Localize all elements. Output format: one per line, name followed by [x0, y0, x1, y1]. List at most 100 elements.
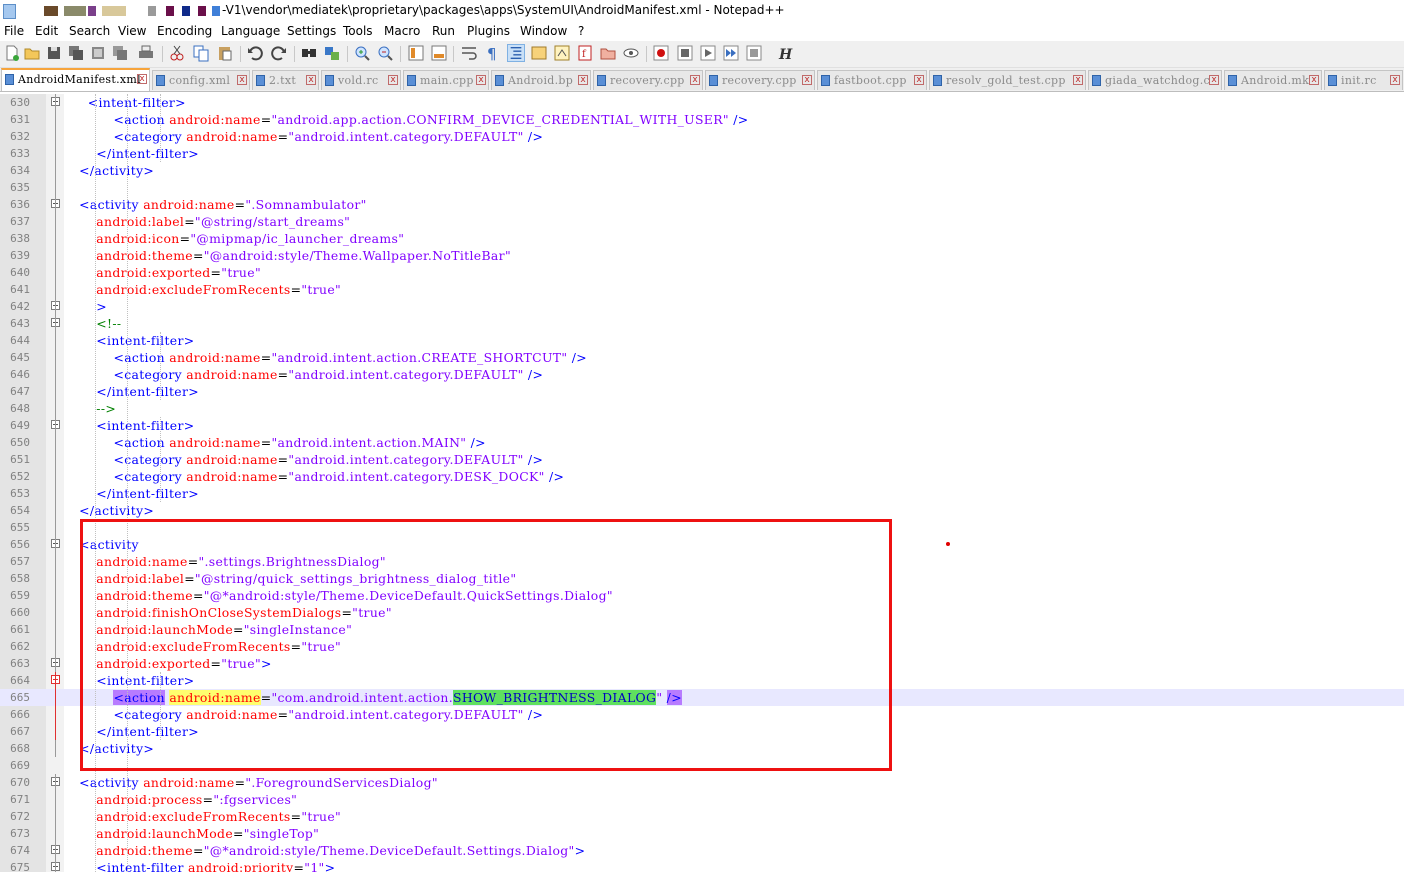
code-line[interactable]: 645 <action android:name="android.intent…: [0, 349, 1404, 366]
print-icon[interactable]: [137, 44, 155, 62]
tab-close-icon[interactable]: x: [578, 75, 588, 85]
tab-config-xml[interactable]: config.xml x: [152, 70, 250, 90]
tab-androidmanifest-xml[interactable]: AndroidManifest.xml x: [1, 68, 150, 91]
copy-icon[interactable]: [192, 44, 210, 62]
play-macro-icon[interactable]: [699, 44, 717, 62]
word-wrap-icon[interactable]: [460, 44, 478, 62]
code-line[interactable]: 632 <category android:name="android.inte…: [0, 128, 1404, 145]
code-line[interactable]: 672 android:excludeFromRecents="true": [0, 808, 1404, 825]
tab-close-icon[interactable]: x: [1309, 75, 1319, 85]
tab-giada-watchdog-c[interactable]: giada_watchdog.c x: [1088, 70, 1222, 90]
stop-record-icon[interactable]: [676, 44, 694, 62]
cut-icon[interactable]: [168, 44, 186, 62]
tab-close-icon[interactable]: x: [1073, 75, 1083, 85]
menu-search[interactable]: Search: [69, 24, 110, 38]
tab-close-icon[interactable]: x: [690, 75, 700, 85]
code-line[interactable]: 644 <intent-filter>: [0, 332, 1404, 349]
menu-edit[interactable]: Edit: [35, 24, 58, 38]
code-line[interactable]: 648 -->: [0, 400, 1404, 417]
new-file-icon[interactable]: [3, 44, 21, 62]
code-line[interactable]: 637 android:label="@string/start_dreams": [0, 213, 1404, 230]
code-line[interactable]: 646 <category android:name="android.inte…: [0, 366, 1404, 383]
code-line[interactable]: 670 <activity android:name=".ForegroundS…: [0, 774, 1404, 791]
code-line[interactable]: 674 android:theme="@*android:style/Theme…: [0, 842, 1404, 859]
code-line[interactable]: 654 </activity>: [0, 502, 1404, 519]
code-line[interactable]: 641 android:excludeFromRecents="true": [0, 281, 1404, 298]
record-macro-icon[interactable]: [652, 44, 670, 62]
code-line[interactable]: 675 <intent-filter android:priority="1">: [0, 859, 1404, 872]
code-line[interactable]: 638 android:icon="@mipmap/ic_launcher_dr…: [0, 230, 1404, 247]
sync-horizontal-icon[interactable]: [430, 44, 448, 62]
open-file-icon[interactable]: [23, 44, 41, 62]
zoom-in-icon[interactable]: [353, 44, 371, 62]
undo-icon[interactable]: [246, 44, 264, 62]
code-line[interactable]: 647 </intent-filter>: [0, 383, 1404, 400]
menu-run[interactable]: Run: [432, 24, 455, 38]
doc-map-icon[interactable]: [553, 44, 571, 62]
tab-android-bp[interactable]: Android.bp x: [491, 70, 591, 90]
run-macro-multiple-icon[interactable]: [722, 44, 740, 62]
code-line[interactable]: 630 <intent-filter>: [0, 94, 1404, 111]
save-macro-icon[interactable]: [745, 44, 763, 62]
menu-macro[interactable]: Macro: [384, 24, 420, 38]
menu-view[interactable]: View: [118, 24, 146, 38]
menu-settings[interactable]: Settings: [287, 24, 336, 38]
menu-window[interactable]: Window: [520, 24, 567, 38]
redo-icon[interactable]: [270, 44, 288, 62]
tab-vold-rc[interactable]: vold.rc x: [321, 70, 401, 90]
code-line[interactable]: 634 </activity>: [0, 162, 1404, 179]
monitoring-icon[interactable]: [622, 44, 640, 62]
tab-recovery-cpp-2[interactable]: recovery.cpp x: [705, 70, 815, 90]
menu-plugins[interactable]: Plugins: [467, 24, 510, 38]
tab-init-rc[interactable]: init.rc x: [1324, 70, 1403, 90]
code-line[interactable]: 636 <activity android:name=".Somnambulat…: [0, 196, 1404, 213]
tab-fastboot-cpp[interactable]: fastboot.cpp x: [817, 70, 927, 90]
tab-android-mk[interactable]: Android.mk x: [1224, 70, 1322, 90]
code-line[interactable]: 635: [0, 179, 1404, 196]
tab-resolv-gold-test-cpp[interactable]: resolv_gold_test.cpp x: [929, 70, 1086, 90]
show-all-chars-icon[interactable]: ¶: [483, 44, 501, 62]
sync-vertical-icon[interactable]: [407, 44, 425, 62]
close-all-icon[interactable]: [111, 44, 129, 62]
code-line[interactable]: 671 android:process=":fgservices": [0, 791, 1404, 808]
tab-close-icon[interactable]: x: [306, 75, 316, 85]
tab-recovery-cpp-1[interactable]: recovery.cpp x: [593, 70, 703, 90]
menu-file[interactable]: File: [4, 24, 24, 38]
code-line[interactable]: 651 <category android:name="android.inte…: [0, 451, 1404, 468]
tab-close-icon[interactable]: x: [914, 75, 924, 85]
save-icon[interactable]: [45, 44, 63, 62]
menu-help[interactable]: ?: [578, 24, 584, 38]
function-list-icon[interactable]: f: [576, 44, 594, 62]
tab-main-cpp[interactable]: main.cpp x: [403, 70, 489, 90]
menu-language[interactable]: Language: [221, 24, 280, 38]
menu-encoding[interactable]: Encoding: [157, 24, 212, 38]
tab-2-txt[interactable]: 2.txt x: [252, 70, 319, 90]
tab-close-icon[interactable]: x: [476, 75, 486, 85]
tab-close-icon[interactable]: x: [137, 74, 147, 84]
find-icon[interactable]: [300, 44, 318, 62]
code-line[interactable]: 652 <category android:name="android.inte…: [0, 468, 1404, 485]
folder-workspace-icon[interactable]: [599, 44, 617, 62]
code-line[interactable]: 631 <action android:name="android.app.ac…: [0, 111, 1404, 128]
code-line[interactable]: 649 <intent-filter>: [0, 417, 1404, 434]
menu-tools[interactable]: Tools: [343, 24, 373, 38]
code-line[interactable]: 633 </intent-filter>: [0, 145, 1404, 162]
tab-close-icon[interactable]: x: [802, 75, 812, 85]
indent-guide-icon[interactable]: [507, 44, 525, 62]
code-line[interactable]: 643 <!--: [0, 315, 1404, 332]
tab-close-icon[interactable]: x: [237, 75, 247, 85]
hex-icon[interactable]: H: [776, 44, 794, 62]
code-line[interactable]: 673 android:launchMode="singleTop": [0, 825, 1404, 842]
code-line[interactable]: 639 android:theme="@android:style/Theme.…: [0, 247, 1404, 264]
code-line[interactable]: 640 android:exported="true": [0, 264, 1404, 281]
code-line[interactable]: 642 >: [0, 298, 1404, 315]
udl-icon[interactable]: [530, 44, 548, 62]
tab-close-icon[interactable]: x: [388, 75, 398, 85]
tab-close-icon[interactable]: x: [1209, 75, 1219, 85]
close-icon[interactable]: [89, 44, 107, 62]
save-all-icon[interactable]: [67, 44, 85, 62]
replace-icon[interactable]: [323, 44, 341, 62]
code-line[interactable]: 653 </intent-filter>: [0, 485, 1404, 502]
paste-icon[interactable]: [216, 44, 234, 62]
zoom-out-icon[interactable]: [376, 44, 394, 62]
